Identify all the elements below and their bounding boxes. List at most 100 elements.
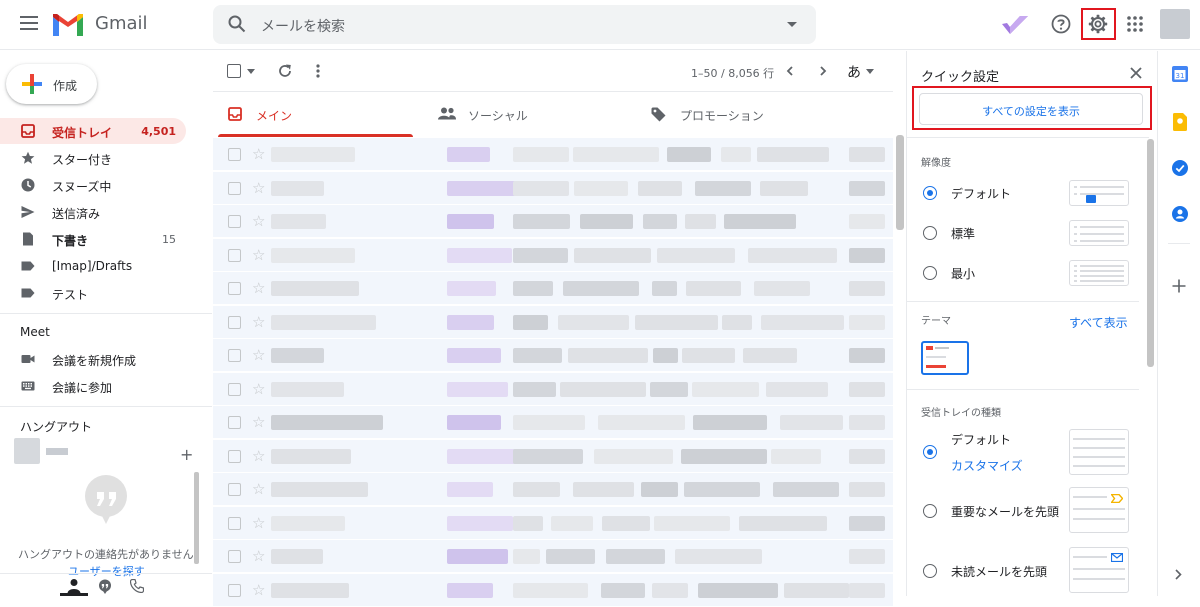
row-checkbox[interactable] [228, 449, 241, 463]
calendar-icon[interactable]: 31 [1172, 66, 1188, 82]
nav-inbox[interactable]: 受信トレイ 4,501 [0, 118, 186, 144]
inbox-important-thumbnail[interactable] [1069, 487, 1129, 533]
hangouts-scrollbar[interactable] [194, 472, 199, 564]
nav-drafts[interactable]: 下書き 15 [0, 226, 186, 252]
close-icon[interactable] [1130, 67, 1142, 79]
expand-panel-chevron-icon[interactable] [1175, 569, 1182, 580]
nav-imap-drafts[interactable]: [Imap]/Drafts [0, 253, 186, 279]
row-checkbox[interactable] [228, 416, 241, 429]
input-tool-button[interactable]: あ [847, 62, 861, 82]
more-vert-icon[interactable] [316, 64, 320, 78]
theme-view-all-link[interactable]: すべて表示 [1069, 314, 1128, 331]
row-checkbox[interactable] [228, 550, 241, 563]
row-star-icon[interactable]: ☆ [252, 380, 265, 398]
tab-main[interactable]: メイン [218, 92, 418, 137]
density-compact-thumbnail[interactable] [1069, 260, 1129, 286]
account-avatar[interactable] [1160, 9, 1190, 39]
email-row[interactable]: ☆ [213, 238, 893, 272]
qs-scrollbar[interactable] [1147, 139, 1154, 367]
email-row[interactable]: ☆ [213, 138, 893, 171]
density-comfortable-radio[interactable] [923, 226, 937, 240]
row-star-icon[interactable]: ☆ [252, 413, 265, 431]
email-row[interactable]: ☆ [213, 339, 893, 372]
row-star-icon[interactable]: ☆ [252, 514, 265, 532]
row-checkbox[interactable] [228, 583, 241, 597]
tasks-checkmark-icon[interactable] [1000, 14, 1030, 36]
row-star-icon[interactable]: ☆ [252, 313, 265, 331]
email-row[interactable]: ☆ [213, 372, 893, 406]
row-checkbox[interactable] [228, 483, 241, 496]
row-checkbox[interactable] [228, 382, 241, 396]
nav-sent[interactable]: 送信済み [0, 199, 186, 225]
theme-thumbnail-selected[interactable] [921, 341, 969, 375]
contacts-icon[interactable] [1172, 206, 1188, 222]
search-options-icon[interactable] [787, 22, 797, 27]
email-row[interactable]: ☆ [213, 573, 893, 607]
density-compact-radio[interactable] [923, 266, 937, 280]
hangouts-user-avatar[interactable] [14, 438, 40, 464]
row-star-icon[interactable]: ☆ [252, 212, 265, 230]
email-row[interactable]: ☆ [213, 205, 893, 238]
prev-page-icon[interactable] [786, 66, 793, 76]
refresh-icon[interactable] [277, 63, 293, 79]
row-checkbox[interactable] [228, 516, 241, 530]
search-icon[interactable] [228, 15, 246, 33]
row-star-icon[interactable]: ☆ [252, 279, 265, 297]
row-star-icon[interactable]: ☆ [252, 447, 265, 465]
help-icon[interactable] [1051, 14, 1071, 34]
apps-grid-icon[interactable] [1127, 16, 1143, 32]
inbox-important-first-radio[interactable] [923, 504, 937, 518]
email-row[interactable]: ☆ [213, 272, 893, 305]
next-page-icon[interactable] [820, 66, 827, 76]
density-comfortable-thumbnail[interactable] [1069, 220, 1129, 246]
density-default-thumbnail[interactable] [1069, 180, 1129, 206]
select-all-checkbox[interactable] [227, 64, 241, 78]
row-star-icon[interactable]: ☆ [252, 246, 265, 264]
main-menu-icon[interactable] [20, 16, 38, 30]
email-row[interactable]: ☆ [213, 439, 893, 473]
add-addon-plus-icon[interactable] [1172, 279, 1186, 293]
email-row[interactable]: ☆ [213, 506, 893, 540]
row-star-icon[interactable]: ☆ [252, 547, 265, 565]
email-list-scrollbar[interactable] [896, 135, 904, 230]
row-checkbox[interactable] [228, 181, 241, 195]
inbox-unread-thumbnail[interactable] [1069, 547, 1129, 593]
add-contact-plus-icon[interactable]: + [180, 445, 193, 464]
hangouts-chat-icon[interactable] [98, 579, 112, 594]
email-row[interactable]: ☆ [213, 473, 893, 506]
row-checkbox[interactable] [228, 248, 241, 262]
meet-new-meeting[interactable]: 会議を新規作成 [0, 346, 186, 372]
email-row[interactable]: ☆ [213, 406, 893, 439]
keep-icon[interactable] [1173, 113, 1187, 131]
row-star-icon[interactable]: ☆ [252, 346, 265, 364]
row-checkbox[interactable] [228, 315, 241, 329]
hangouts-user-name[interactable] [46, 448, 68, 455]
email-row[interactable]: ☆ [213, 305, 893, 339]
hangouts-find-users-link[interactable]: ユーザーを探す [68, 563, 145, 579]
inbox-default-thumbnail[interactable] [1069, 429, 1129, 475]
row-checkbox[interactable] [228, 215, 241, 228]
email-row[interactable]: ☆ [213, 540, 893, 573]
inbox-customize-link[interactable]: カスタマイズ [951, 457, 1023, 474]
nav-snoozed[interactable]: スヌーズ中 [0, 172, 186, 198]
gmail-logo-icon[interactable] [53, 14, 83, 36]
tab-social[interactable]: ソーシャル [430, 92, 630, 136]
row-checkbox[interactable] [228, 282, 241, 295]
row-star-icon[interactable]: ☆ [252, 480, 265, 498]
compose-button[interactable]: 作成 [6, 64, 97, 104]
email-row[interactable]: ☆ [213, 171, 893, 205]
inbox-default-radio[interactable] [923, 445, 937, 459]
row-star-icon[interactable]: ☆ [252, 145, 265, 163]
nav-starred[interactable]: スター付き [0, 145, 186, 171]
row-checkbox[interactable] [228, 148, 241, 161]
search-bar[interactable]: メールを検索 [213, 5, 816, 44]
input-tool-dropdown-icon[interactable] [866, 69, 874, 74]
phone-icon[interactable] [130, 579, 144, 593]
search-input[interactable]: メールを検索 [261, 16, 345, 36]
contacts-person-icon[interactable] [67, 578, 81, 594]
nav-test[interactable]: テスト [0, 280, 186, 306]
tab-promotions[interactable]: プロモーション [645, 92, 865, 136]
inbox-unread-first-radio[interactable] [923, 564, 937, 578]
density-default-radio[interactable] [923, 186, 937, 200]
row-star-icon[interactable]: ☆ [252, 179, 265, 197]
